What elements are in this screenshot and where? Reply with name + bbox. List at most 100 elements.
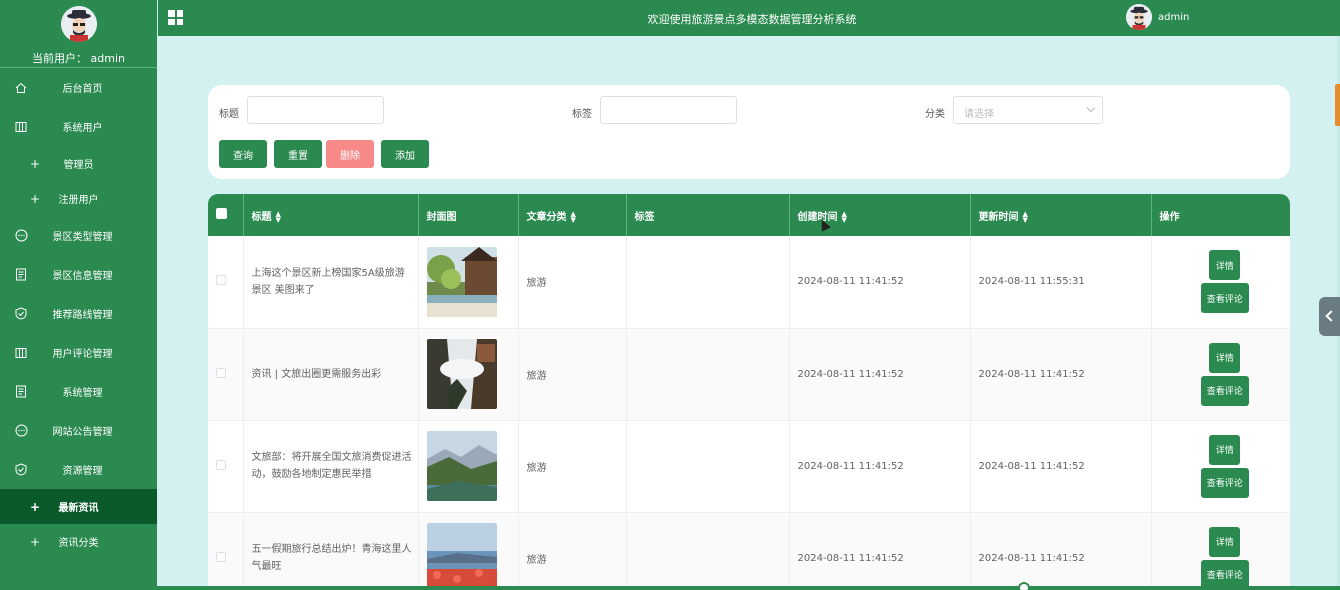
sidebar-item-latest-news[interactable]: + 最新资讯 [0, 489, 157, 524]
home-icon [14, 81, 28, 95]
bottom-progress-bar [0, 586, 1340, 590]
shield-icon [14, 463, 28, 477]
column-cover: 封面图 [418, 194, 519, 236]
updated-cell: 2024-08-11 11:41:52 [970, 328, 1152, 421]
category-cell: 旅游 [518, 236, 627, 329]
chevron-down-icon [1086, 103, 1096, 113]
sidebar-item-resources[interactable]: 资源管理 [0, 450, 157, 489]
sort-icon[interactable]: ▲ ▼ [1023, 210, 1028, 223]
add-button[interactable]: 添加 [381, 140, 429, 168]
sidebar-item-registered-users[interactable]: + 注册用户 [0, 181, 157, 216]
plus-icon: + [29, 156, 41, 171]
current-user-label: 当前用户： admin [32, 52, 125, 65]
row-checkbox[interactable] [216, 459, 226, 470]
sidebar-item-scenic-info[interactable]: 景区信息管理 [0, 255, 157, 294]
created-cell: 2024-08-11 11:41:52 [789, 328, 971, 421]
column-category[interactable]: 文章分类 ▲ ▼ [518, 194, 627, 236]
detail-button[interactable]: 详情 [1209, 526, 1241, 557]
title-cell: 五一假期旅行总结出炉！青海这里人气最旺 [243, 512, 419, 590]
sidebar-item-comments[interactable]: 用户评论管理 [0, 333, 157, 372]
updated-cell: 2024-08-11 11:41:52 [970, 512, 1152, 590]
category-cell: 旅游 [518, 328, 627, 421]
cover-image[interactable] [426, 523, 497, 590]
select-all-cell[interactable] [208, 194, 244, 236]
view-comments-button[interactable]: 查看评论 [1200, 283, 1249, 314]
sidebar-item-home[interactable]: 后台首页 [0, 68, 157, 107]
shield-icon [14, 307, 28, 321]
sidebar-item-scenic-type[interactable]: 景区类型管理 [0, 216, 157, 255]
view-comments-button[interactable]: 查看评论 [1200, 559, 1249, 590]
created-cell: 2024-08-11 11:41:52 [789, 512, 971, 590]
sidebar-item-news-category[interactable]: + 资讯分类 [0, 524, 157, 559]
sidebar-header: 当前用户： admin [0, 0, 157, 68]
title-input[interactable] [247, 96, 384, 124]
columns-icon [14, 120, 28, 134]
sidebar-item-announcements[interactable]: 网站公告管理 [0, 411, 157, 450]
title-cell: 资讯 | 文旅出圈更需服务出彩 [243, 328, 419, 421]
delete-button[interactable]: 删除 [326, 140, 374, 168]
side-marker [1335, 84, 1340, 126]
category-label: 分类 [925, 109, 945, 120]
sidebar-item-admins[interactable]: + 管理员 [0, 146, 157, 181]
chat-icon [14, 424, 28, 438]
collapse-panel-tab[interactable] [1319, 297, 1340, 336]
column-created[interactable]: 创建时间 ▲ ▼ [789, 194, 971, 236]
title-cell: 上海这个景区新上榜国家5A级旅游景区 美图来了 [243, 236, 419, 329]
category-select[interactable]: 请选择 [953, 96, 1103, 124]
cover-image[interactable] [426, 246, 497, 317]
category-placeholder: 请选择 [964, 109, 994, 120]
sort-icon[interactable]: ▲ ▼ [571, 210, 576, 223]
query-button[interactable]: 查询 [219, 140, 267, 168]
view-comments-button[interactable]: 查看评论 [1200, 375, 1249, 406]
table-row: 文旅部：将开展全国文旅消费促进活动，鼓励各地制定惠民举措 旅游 2024-08-… [208, 420, 1290, 513]
cover-image[interactable] [426, 339, 497, 409]
sidebar-item-label: 注册用户 [58, 195, 99, 206]
detail-button[interactable]: 详情 [1209, 342, 1241, 373]
cover-image[interactable] [426, 431, 497, 501]
row-checkbox[interactable] [216, 551, 226, 562]
sort-icon[interactable]: ▲ ▼ [842, 210, 847, 223]
row-checkbox[interactable] [216, 367, 226, 378]
table-row: 五一假期旅行总结出炉！青海这里人气最旺 旅游 2024-08-11 11:41:… [208, 512, 1290, 590]
sidebar-item-routes[interactable]: 推荐路线管理 [0, 294, 157, 333]
view-comments-button[interactable]: 查看评论 [1200, 467, 1249, 498]
row-checkbox[interactable] [216, 275, 226, 286]
reset-button[interactable]: 重置 [274, 140, 322, 168]
created-cell: 2024-08-11 11:41:52 [789, 420, 971, 513]
sidebar-item-label: 最新资讯 [58, 503, 99, 514]
columns-icon [14, 346, 28, 360]
created-cell: 2024-08-11 11:41:52 [789, 236, 971, 329]
chat-icon [14, 229, 28, 243]
column-actions: 操作 [1159, 211, 1180, 223]
news-table: 标题 ▲ ▼ 封面图 文章分类 ▲ ▼ 标签 创建时间 ▲ ▼ 更新时间 ▲ ▼ 操作 上海这个… [208, 194, 1290, 590]
user-avatar [60, 6, 97, 42]
title-cell: 文旅部：将开展全国文旅消费促进活动，鼓励各地制定惠民举措 [243, 420, 419, 513]
column-tag: 标签 [626, 194, 790, 236]
tag-label: 标签 [572, 109, 592, 120]
tag-input[interactable] [600, 96, 737, 124]
table-header-row: 标题 ▲ ▼ 封面图 文章分类 ▲ ▼ 标签 创建时间 ▲ ▼ 更新时间 ▲ ▼ 操作 [208, 194, 1290, 236]
sidebar: 当前用户： admin 后台首页 系统用户 + 管理员 + 注册用户 景区类型管… [0, 0, 157, 590]
table-row: 上海这个景区新上榜国家5A级旅游景区 美图来了 旅游 2024-08-11 11… [208, 236, 1290, 329]
top-user-menu[interactable]: admin [1126, 4, 1189, 30]
sidebar-item-system[interactable]: 系统管理 [0, 372, 157, 411]
updated-cell: 2024-08-11 11:41:52 [970, 420, 1152, 513]
sidebar-item-system-users[interactable]: 系统用户 [0, 107, 157, 146]
plus-icon: + [29, 534, 41, 549]
column-title[interactable]: 标题 ▲ ▼ [243, 194, 419, 236]
sort-icon[interactable]: ▲ ▼ [276, 210, 281, 223]
select-all-checkbox[interactable] [216, 208, 227, 219]
tag-cell [626, 512, 790, 590]
category-cell: 旅游 [518, 420, 627, 513]
tag-cell [626, 236, 790, 329]
detail-button[interactable]: 详情 [1209, 434, 1241, 465]
sidebar-item-label: 资讯分类 [58, 538, 99, 549]
category-cell: 旅游 [518, 512, 627, 590]
search-panel: 标题 标签 分类 请选择 查询 重置 删除 添加 [208, 85, 1290, 179]
bottom-slider-handle[interactable] [1018, 582, 1030, 590]
top-bar: 欢迎使用旅游景点多模态数据管理分析系统 admin [158, 0, 1340, 36]
chevron-left-icon [1325, 310, 1337, 322]
column-updated[interactable]: 更新时间 ▲ ▼ [970, 194, 1152, 236]
detail-button[interactable]: 详情 [1209, 250, 1241, 281]
title-label: 标题 [219, 109, 239, 120]
